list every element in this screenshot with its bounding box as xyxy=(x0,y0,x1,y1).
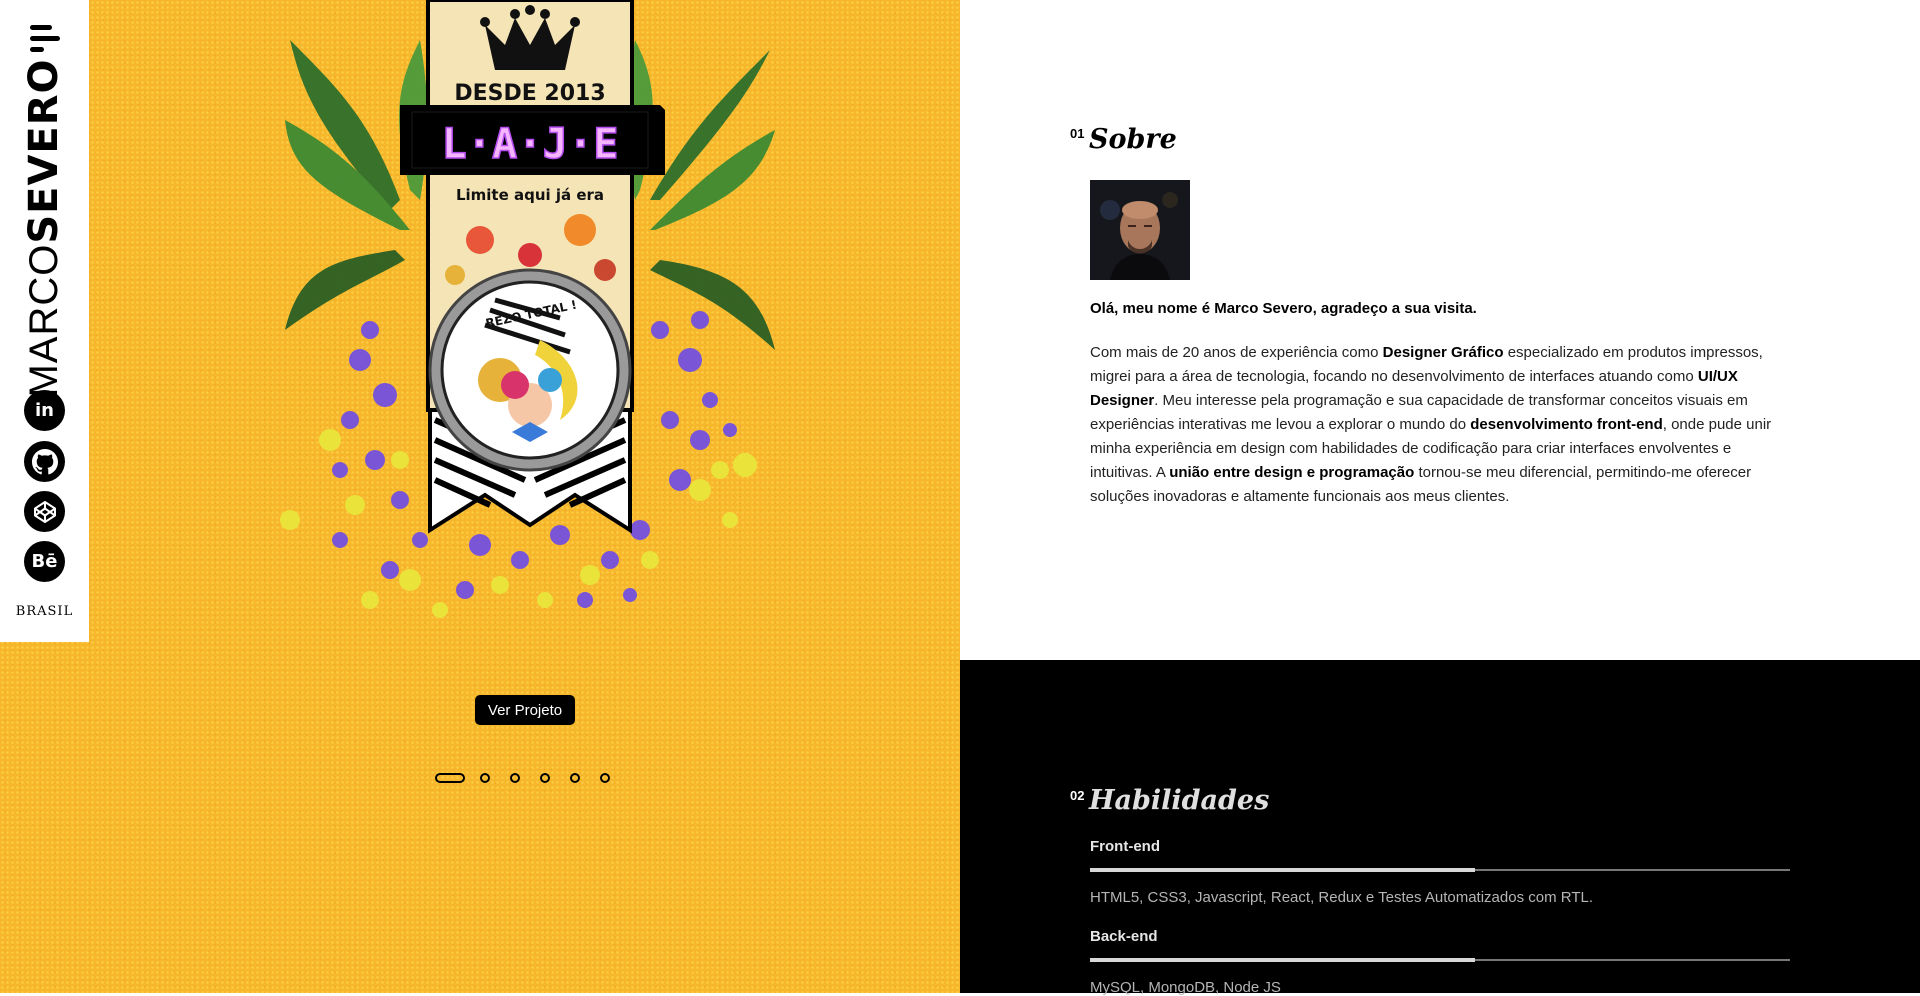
slide-dot-6[interactable] xyxy=(600,773,610,783)
skill-description: MySQL, MongoDB, Node JS xyxy=(1090,979,1281,996)
country-label: BRASIL xyxy=(15,604,74,619)
sidebar: MARCOSEVERO in Bē BRASIL xyxy=(0,0,89,642)
skill-progress-bar xyxy=(1090,868,1790,872)
skill-progress-fill xyxy=(1090,958,1475,962)
slide-dot-3[interactable] xyxy=(510,773,520,783)
slide-dot-5[interactable] xyxy=(570,773,580,783)
view-project-button[interactable]: Ver Projeto xyxy=(475,695,575,725)
section-number: 02 xyxy=(1070,788,1085,803)
skill-name: Front-end xyxy=(1090,838,1160,855)
badge-tagline: Limite aqui já era xyxy=(456,186,604,204)
bio-paragraph: Com mais de 20 anos de experiência como … xyxy=(1090,344,1772,505)
brand-first-name: MARCO xyxy=(22,243,66,398)
skill-description: HTML5, CSS3, Javascript, React, Redux e … xyxy=(1090,889,1593,906)
brand-last-name: SEVERO xyxy=(21,58,67,244)
github-icon[interactable] xyxy=(24,441,65,482)
section-title: Habilidades xyxy=(1089,785,1270,816)
section-title: Sobre xyxy=(1089,124,1177,155)
brand-logo[interactable]: MARCOSEVERO xyxy=(21,58,67,397)
project-showcase: DESDE 2013 L·A·J·E Limite aqui já era RE… xyxy=(0,0,960,993)
codepen-icon[interactable] xyxy=(24,491,65,532)
slide-dot-2[interactable] xyxy=(480,773,490,783)
slide-dot-1[interactable] xyxy=(435,773,465,783)
behance-icon[interactable]: Bē xyxy=(24,541,65,582)
skill-name: Back-end xyxy=(1090,928,1158,945)
linkedin-icon[interactable]: in xyxy=(24,390,65,431)
skill-progress-bar xyxy=(1090,958,1790,962)
greeting-text: Olá, meu nome é Marco Severo, agradeço a… xyxy=(1090,300,1477,317)
profile-photo xyxy=(1090,180,1190,280)
skill-progress-fill xyxy=(1090,868,1475,872)
about-section: 01 Sobre Olá, meu nome é Marco Severo, a… xyxy=(960,0,1920,660)
menu-icon[interactable] xyxy=(30,25,60,53)
slide-dot-4[interactable] xyxy=(540,773,550,783)
slider-pagination xyxy=(435,773,630,783)
section-number: 01 xyxy=(1070,126,1085,141)
project-artwork: DESDE 2013 L·A·J·E Limite aqui já era RE… xyxy=(280,0,775,618)
badge-top-text: DESDE 2013 xyxy=(454,81,605,106)
badge-sign-text: L·A·J·E xyxy=(441,119,618,168)
skills-section: 02 Habilidades Front-end HTML5, CSS3, Ja… xyxy=(960,660,1920,996)
medallion: REZO TOTAL ! xyxy=(428,268,632,472)
